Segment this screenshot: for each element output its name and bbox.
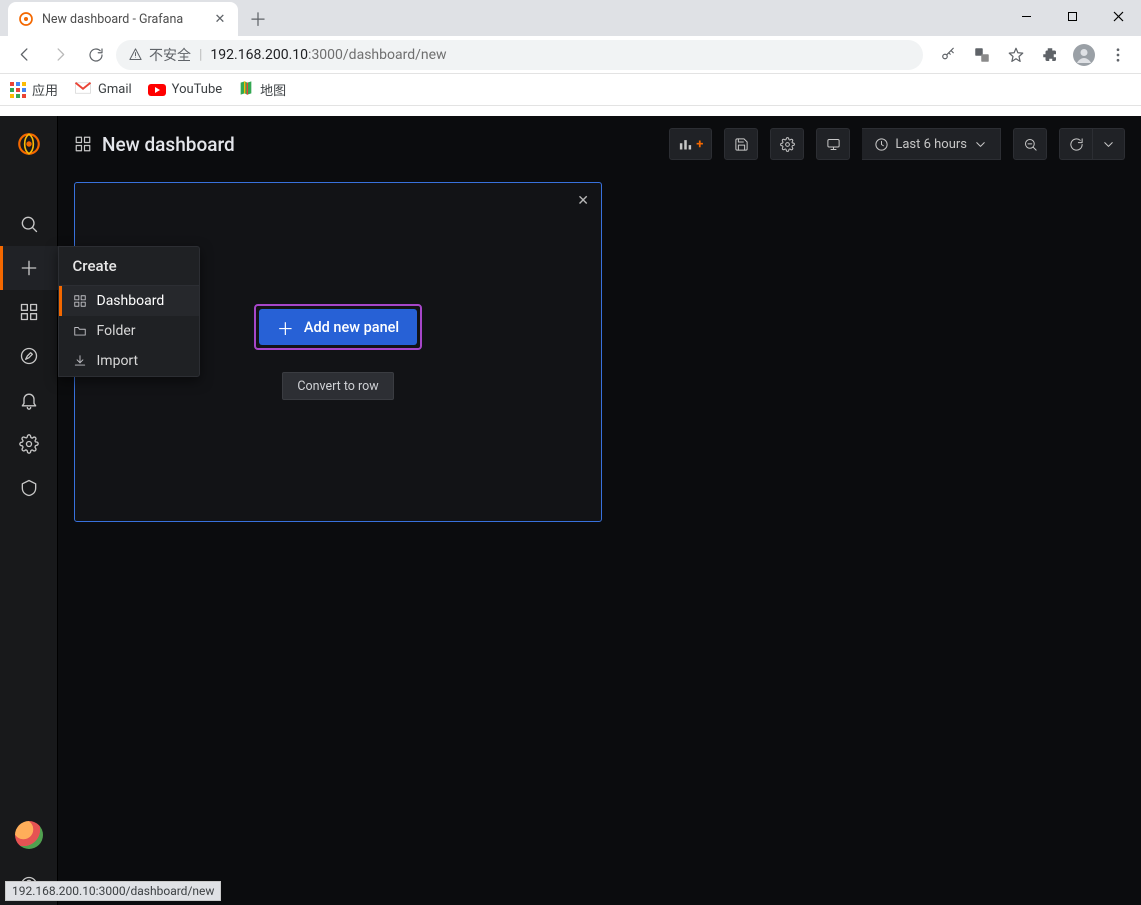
browser-tab-title: New dashboard - Grafana: [42, 12, 183, 27]
bookmark-gmail-label: Gmail: [98, 82, 132, 97]
kebab-menu-icon[interactable]: [1103, 40, 1133, 70]
grafana-favicon: [18, 11, 34, 27]
youtube-icon: [148, 84, 166, 96]
window-minimize-icon[interactable]: [1003, 0, 1049, 32]
grafana-main: New dashboard + Last 6 hours: [58, 116, 1141, 905]
apps-grid-icon: [10, 82, 26, 98]
grafana-sidebar: Create Dashboard Folder Import: [0, 116, 58, 905]
add-new-panel-button[interactable]: ＋ Add new panel: [259, 309, 417, 345]
convert-to-row-label: Convert to row: [297, 379, 378, 394]
extensions-icon[interactable]: [1035, 40, 1065, 70]
url-input[interactable]: 不安全 | 192.168.200.10:3000/dashboard/new: [116, 40, 923, 70]
sidebar-user-avatar[interactable]: [15, 821, 43, 849]
create-menu-import[interactable]: Import: [59, 346, 199, 376]
add-new-panel-label: Add new panel: [304, 319, 399, 336]
time-range-picker[interactable]: Last 6 hours: [862, 128, 1001, 160]
gmail-icon: [74, 81, 92, 99]
chevron-down-icon: [973, 137, 988, 152]
create-menu-folder-label: Folder: [97, 323, 136, 339]
toolbar-zoom-out-button[interactable]: [1013, 128, 1047, 160]
tab-close-icon[interactable]: ✕: [212, 12, 228, 27]
grafana-topbar: New dashboard + Last 6 hours: [58, 116, 1141, 172]
bookmarks-bar: 应用 Gmail YouTube 地图: [0, 74, 1141, 106]
toolbar-save-button[interactable]: [724, 128, 758, 160]
create-flyout-heading: Create: [59, 247, 199, 286]
plus-icon: ＋: [277, 315, 294, 340]
window-controls: [1003, 0, 1141, 32]
create-menu-dashboard-label: Dashboard: [97, 293, 165, 309]
toolbar-settings-button[interactable]: [770, 128, 804, 160]
insecure-badge[interactable]: 不安全: [128, 45, 191, 65]
maps-icon: [238, 80, 254, 100]
sidebar-alerting-icon[interactable]: [0, 378, 58, 422]
toolbar-refresh-interval-dropdown[interactable]: [1093, 128, 1125, 160]
breadcrumb[interactable]: New dashboard: [74, 133, 235, 156]
sidebar-dashboards-icon[interactable]: [0, 290, 58, 334]
url-text: 192.168.200.10:3000/dashboard/new: [210, 47, 446, 63]
browser-tabstrip: New dashboard - Grafana ✕ ＋: [0, 0, 1141, 36]
grafana-app: Create Dashboard Folder Import: [0, 116, 1141, 905]
browser-status-tooltip: 192.168.200.10:3000/dashboard/new: [5, 881, 221, 901]
bookmark-maps[interactable]: 地图: [238, 80, 286, 100]
add-panel-highlight: ＋ Add new panel: [254, 304, 422, 350]
sidebar-search-icon[interactable]: [0, 202, 58, 246]
bookmark-star-icon[interactable]: [1001, 40, 1031, 70]
sidebar-create-icon[interactable]: Create Dashboard Folder Import: [0, 246, 58, 290]
insecure-label: 不安全: [149, 45, 191, 65]
bookmark-gmail[interactable]: Gmail: [74, 81, 132, 99]
bookmark-apps-label: 应用: [32, 80, 58, 99]
url-separator: |: [199, 47, 202, 63]
bookmark-youtube[interactable]: YouTube: [148, 82, 223, 97]
new-tab-button[interactable]: ＋: [244, 5, 272, 33]
create-menu-dashboard[interactable]: Dashboard: [59, 286, 199, 316]
sidebar-configuration-icon[interactable]: [0, 422, 58, 466]
time-range-label: Last 6 hours: [895, 137, 967, 152]
password-key-icon[interactable]: [933, 40, 963, 70]
nav-back-icon[interactable]: [8, 39, 40, 71]
dashboard-canvas: ✕ ＋ Add new panel Convert to row: [58, 172, 1141, 905]
nav-reload-icon[interactable]: [80, 39, 112, 71]
create-menu-folder[interactable]: Folder: [59, 316, 199, 346]
window-maximize-icon[interactable]: [1049, 0, 1095, 32]
bookmark-apps[interactable]: 应用: [10, 80, 58, 99]
toolbar-add-panel-button[interactable]: +: [669, 128, 712, 160]
convert-to-row-button[interactable]: Convert to row: [282, 372, 393, 400]
nav-forward-icon[interactable]: [44, 39, 76, 71]
sidebar-server-admin-icon[interactable]: [0, 466, 58, 510]
profile-avatar-icon[interactable]: [1069, 40, 1099, 70]
sidebar-explore-icon[interactable]: [0, 334, 58, 378]
grafana-logo-icon[interactable]: [0, 116, 58, 172]
create-menu-import-label: Import: [97, 353, 139, 369]
page-title: New dashboard: [102, 133, 235, 156]
bookmark-youtube-label: YouTube: [172, 82, 223, 97]
browser-tab-active[interactable]: New dashboard - Grafana ✕: [8, 2, 238, 36]
toolbar-refresh-button[interactable]: [1059, 128, 1093, 160]
browser-address-bar: 不安全 | 192.168.200.10:3000/dashboard/new: [0, 36, 1141, 74]
panel-close-icon[interactable]: ✕: [577, 193, 589, 209]
create-flyout: Create Dashboard Folder Import: [58, 246, 200, 377]
bookmark-maps-label: 地图: [260, 80, 286, 99]
toolbar-view-mode-button[interactable]: [816, 128, 850, 160]
translate-icon[interactable]: [967, 40, 997, 70]
window-close-icon[interactable]: [1095, 0, 1141, 32]
